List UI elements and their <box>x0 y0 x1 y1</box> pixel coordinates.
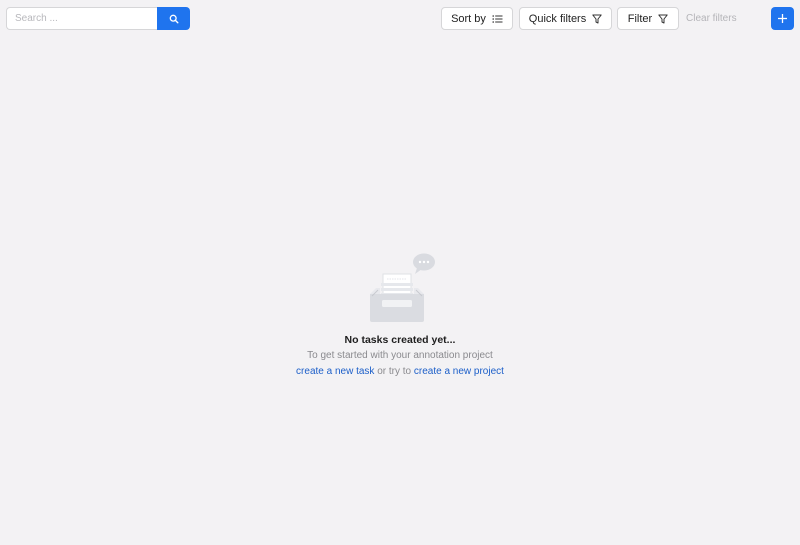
create-task-link[interactable]: create a new task <box>296 366 374 377</box>
sort-by-button[interactable]: Sort by <box>441 7 513 30</box>
tasks-page: Sort by Quick filters Filter <box>0 0 800 545</box>
search-button[interactable] <box>157 7 190 30</box>
empty-state-title: No tasks created yet... <box>344 334 456 346</box>
sort-by-label: Sort by <box>451 12 486 25</box>
quick-filters-label: Quick filters <box>528 12 587 25</box>
create-project-link[interactable]: create a new project <box>414 366 504 377</box>
search-icon <box>169 14 179 24</box>
filter-icon <box>658 14 668 24</box>
filter-icon <box>592 14 602 24</box>
search-bar <box>6 7 190 30</box>
sort-list-icon <box>492 14 503 24</box>
empty-state-subtitle: To get started with your annotation proj… <box>307 350 493 361</box>
empty-state: No tasks created yet... To get started w… <box>0 250 800 377</box>
filter-label: Filter <box>627 12 653 25</box>
search-input[interactable] <box>6 7 157 30</box>
chat-bubble-icon <box>413 253 435 274</box>
add-task-button[interactable] <box>771 7 794 30</box>
quick-filters-button[interactable]: Quick filters <box>519 7 612 30</box>
filter-button[interactable]: Filter <box>617 7 679 30</box>
empty-state-connector: or try to <box>374 366 414 377</box>
empty-inbox-illustration <box>370 253 435 322</box>
clear-filters-button[interactable]: Clear filters <box>686 7 737 30</box>
plus-icon <box>777 13 788 24</box>
empty-state-actions: create a new task or try to create a new… <box>0 366 800 377</box>
